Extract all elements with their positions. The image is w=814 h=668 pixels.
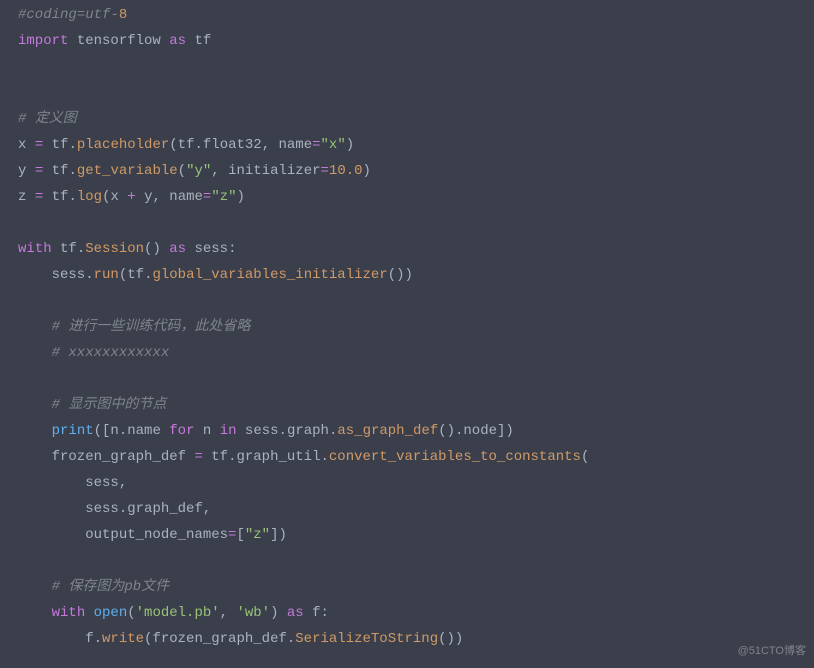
code-line: with tf.Session() as sess: <box>18 241 237 257</box>
code-line: output_node_names=["z"]) <box>18 527 287 543</box>
code-line: sess, <box>18 475 127 491</box>
code-line: import tensorflow as tf <box>18 33 211 49</box>
code-line: with open('model.pb', 'wb') as f: <box>18 605 329 621</box>
code-block: #coding=utf-8 import tensorflow as tf # … <box>18 2 796 652</box>
code-line: z = tf.log(x + y, name="z") <box>18 189 245 205</box>
code-line: f.write(frozen_graph_def.SerializeToStri… <box>18 631 463 647</box>
code-line: print([n.name for n in sess.graph.as_gra… <box>18 423 514 439</box>
code-line: y = tf.get_variable("y", initializer=10.… <box>18 163 371 179</box>
code-line: # xxxxxxxxxxxx <box>18 345 169 361</box>
code-line: # 定义图 <box>18 111 77 127</box>
code-line: #coding=utf-8 <box>18 7 127 23</box>
code-line: sess.graph_def, <box>18 501 211 517</box>
code-line: # 保存图为pb文件 <box>18 579 169 595</box>
watermark: @51CTO博客 <box>738 638 806 664</box>
code-line: # 显示图中的节点 <box>18 397 166 413</box>
code-line: x = tf.placeholder(tf.float32, name="x") <box>18 137 354 153</box>
code-line: sess.run(tf.global_variables_initializer… <box>18 267 413 283</box>
code-line: frozen_graph_def = tf.graph_util.convert… <box>18 449 589 465</box>
code-line: # 进行一些训练代码，此处省略 <box>18 319 250 335</box>
